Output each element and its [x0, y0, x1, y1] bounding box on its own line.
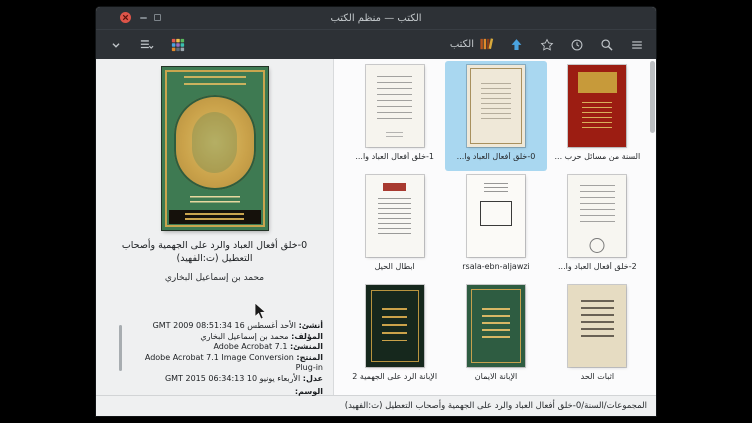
grid-scrollbar-thumb[interactable] — [650, 61, 655, 133]
screen: الكتب — منظم الكتب — [0, 0, 752, 423]
toolbar: الكتب — [96, 29, 656, 59]
metadata-value: محمد بن إسماعيل البخاري — [200, 332, 288, 341]
preview-pane: 0-خلق أفعال العباد والرد على الجهمية وأص… — [96, 59, 333, 395]
metadata-value: الأحد أغسطس 16 08:51:34 2009 GMT — [153, 321, 296, 330]
metadata-row-creator: المنشئ: Adobe Acrobat 7.1 — [124, 342, 323, 353]
book-cover-thumbnail[interactable] — [568, 175, 626, 257]
book-cover-thumbnail[interactable] — [366, 65, 424, 147]
metadata-label: المؤلف: — [291, 332, 323, 341]
chevron-down-icon[interactable] — [108, 37, 123, 52]
book-item[interactable]: الإبانة الايمان — [445, 281, 546, 391]
book-title-caption: 1-خلق أفعال العباد وا... — [355, 152, 434, 161]
book-item[interactable]: اثبات الحد — [547, 281, 648, 391]
go-up-icon[interactable] — [509, 37, 524, 52]
book-title-caption: الإبانة الرد على الجهمية 2 — [352, 372, 437, 381]
cover-art-title-text — [184, 76, 246, 88]
metadata-scrollbar[interactable] — [119, 325, 122, 371]
toolbar-right-group: الكتب — [450, 37, 644, 52]
metadata-row-producer: المنتج: Adobe Acrobat 7.1 Image Conversi… — [124, 353, 323, 374]
book-cover-thumbnail[interactable] — [568, 285, 626, 367]
metadata-value: الأربعاء يونيو 10 06:34:13 2015 GMT — [165, 374, 300, 383]
book-cover-thumbnail[interactable] — [467, 175, 525, 257]
view-grid-icon[interactable] — [170, 37, 185, 52]
selected-book-path: المجموعات/السنة/0-خلق أفعال العباد والرد… — [345, 401, 647, 411]
metadata-row-tags: الوسم: — [124, 387, 323, 398]
menu-icon[interactable] — [629, 37, 644, 52]
book-title-caption: rsala-ebn-aljawzi — [462, 262, 530, 271]
book-item[interactable]: 2-خلق أفعال العباد وا... — [547, 171, 648, 281]
book-title-caption: ابطال الحيل — [375, 262, 415, 271]
bookshelf-icon — [479, 37, 494, 52]
grid-scrollbar[interactable] — [650, 61, 655, 393]
cover-art-medallion — [174, 95, 256, 190]
metadata-row-created: أنشئ: الأحد أغسطس 16 08:51:34 2009 GMT — [124, 321, 323, 332]
metadata-label: المنتج: — [296, 353, 323, 362]
metadata-label: أنشئ: — [299, 321, 323, 330]
view-list-icon[interactable] — [139, 37, 154, 52]
app-window: الكتب — منظم الكتب — [96, 7, 656, 416]
book-cover-thumbnail[interactable] — [366, 175, 424, 257]
book-item[interactable]: الإبانة الرد على الجهمية 2 — [344, 281, 445, 391]
book-cover-thumbnail[interactable] — [568, 65, 626, 147]
book-cover-thumbnail[interactable] — [366, 285, 424, 367]
book-title-caption: السنة من مسائل حرب ... — [554, 152, 640, 161]
statusbar: المجموعات/السنة/0-خلق أفعال العباد والرد… — [96, 395, 656, 416]
metadata-label: عدل: — [303, 374, 323, 383]
selected-book-author: محمد بن إسماعيل البخاري — [96, 273, 333, 283]
search-icon[interactable] — [599, 37, 614, 52]
metadata-value: Adobe Acrobat 7.1 — [213, 342, 287, 351]
book-item[interactable]: rsala-ebn-aljawzi — [445, 171, 546, 281]
selected-book-title: 0-خلق أفعال العباد والرد على الجهمية وأص… — [110, 239, 319, 266]
cover-art-subtext — [190, 196, 240, 204]
book-cover-thumbnail[interactable] — [467, 65, 525, 147]
book-title-caption: الإبانة الايمان — [475, 372, 517, 381]
book-item[interactable]: السنة من مسائل حرب ... — [547, 61, 648, 171]
book-title-caption: 2-خلق أفعال العباد وا... — [558, 262, 637, 271]
metadata-row-modified: عدل: الأربعاء يونيو 10 06:34:13 2015 GMT — [124, 374, 323, 385]
window-title: الكتب — منظم الكتب — [96, 7, 656, 29]
metadata-label: الوسم: — [295, 387, 323, 396]
tab-books-label: الكتب — [450, 39, 474, 50]
book-title-caption: 0-خلق أفعال العباد وا... — [457, 152, 536, 161]
books-grid: السنة من مسائل حرب ... 0-خلق أفعال العبا… — [333, 59, 656, 395]
main-content: 0-خلق أفعال العباد والرد على الجهمية وأص… — [96, 59, 656, 395]
metadata-row-author: المؤلف: محمد بن إسماعيل البخاري — [124, 332, 323, 343]
tab-books[interactable]: الكتب — [450, 37, 494, 52]
metadata-label: المنشئ: — [290, 342, 323, 351]
book-item-selected[interactable]: 0-خلق أفعال العباد وا... — [445, 61, 546, 171]
star-icon[interactable] — [539, 37, 554, 52]
book-cover-thumbnail[interactable] — [467, 285, 525, 367]
cover-art-bottom-band — [169, 210, 261, 224]
book-metadata: أنشئ: الأحد أغسطس 16 08:51:34 2009 GMT ا… — [124, 321, 323, 398]
book-item[interactable]: ابطال الحيل — [344, 171, 445, 281]
book-item[interactable]: 1-خلق أفعال العباد وا... — [344, 61, 445, 171]
mouse-cursor — [254, 302, 267, 321]
toolbar-left-group — [108, 37, 185, 52]
selected-book-cover[interactable] — [162, 67, 268, 230]
titlebar[interactable]: الكتب — منظم الكتب — [96, 7, 656, 29]
book-title-caption: اثبات الحد — [581, 372, 614, 381]
clock-icon[interactable] — [569, 37, 584, 52]
